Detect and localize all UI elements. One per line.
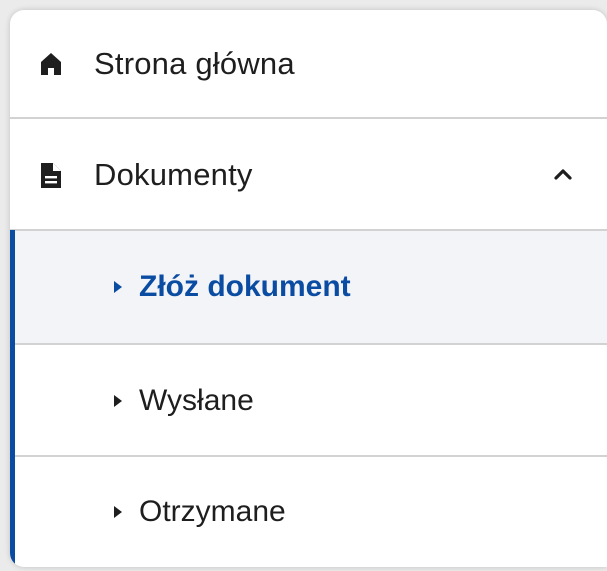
sub-item-received[interactable]: Otrzymane (10, 457, 607, 567)
home-icon (40, 52, 62, 76)
sub-item-submit-document[interactable]: Złóż dokument (10, 231, 607, 343)
divider (10, 117, 607, 119)
chevron-up-icon[interactable] (553, 167, 573, 181)
sub-item-label: Wysłane (139, 384, 254, 417)
bullet-icon (114, 395, 122, 407)
active-section-accent-bar (10, 230, 15, 567)
menu-item-home-label: Strona główna (94, 46, 295, 81)
menu-item-home[interactable]: Strona główna (10, 10, 607, 118)
menu-item-documents-label: Dokumenty (94, 157, 253, 192)
menu-item-documents[interactable]: Dokumenty (10, 120, 607, 230)
document-icon (40, 162, 62, 188)
side-menu: Strona główna Dokumenty Złóż dokument Wy… (10, 10, 607, 567)
bullet-icon (114, 506, 122, 518)
sub-item-sent[interactable]: Wysłane (10, 345, 607, 457)
sub-item-label: Złóż dokument (139, 270, 351, 303)
bullet-icon (114, 281, 122, 293)
sub-item-label: Otrzymane (139, 495, 286, 528)
